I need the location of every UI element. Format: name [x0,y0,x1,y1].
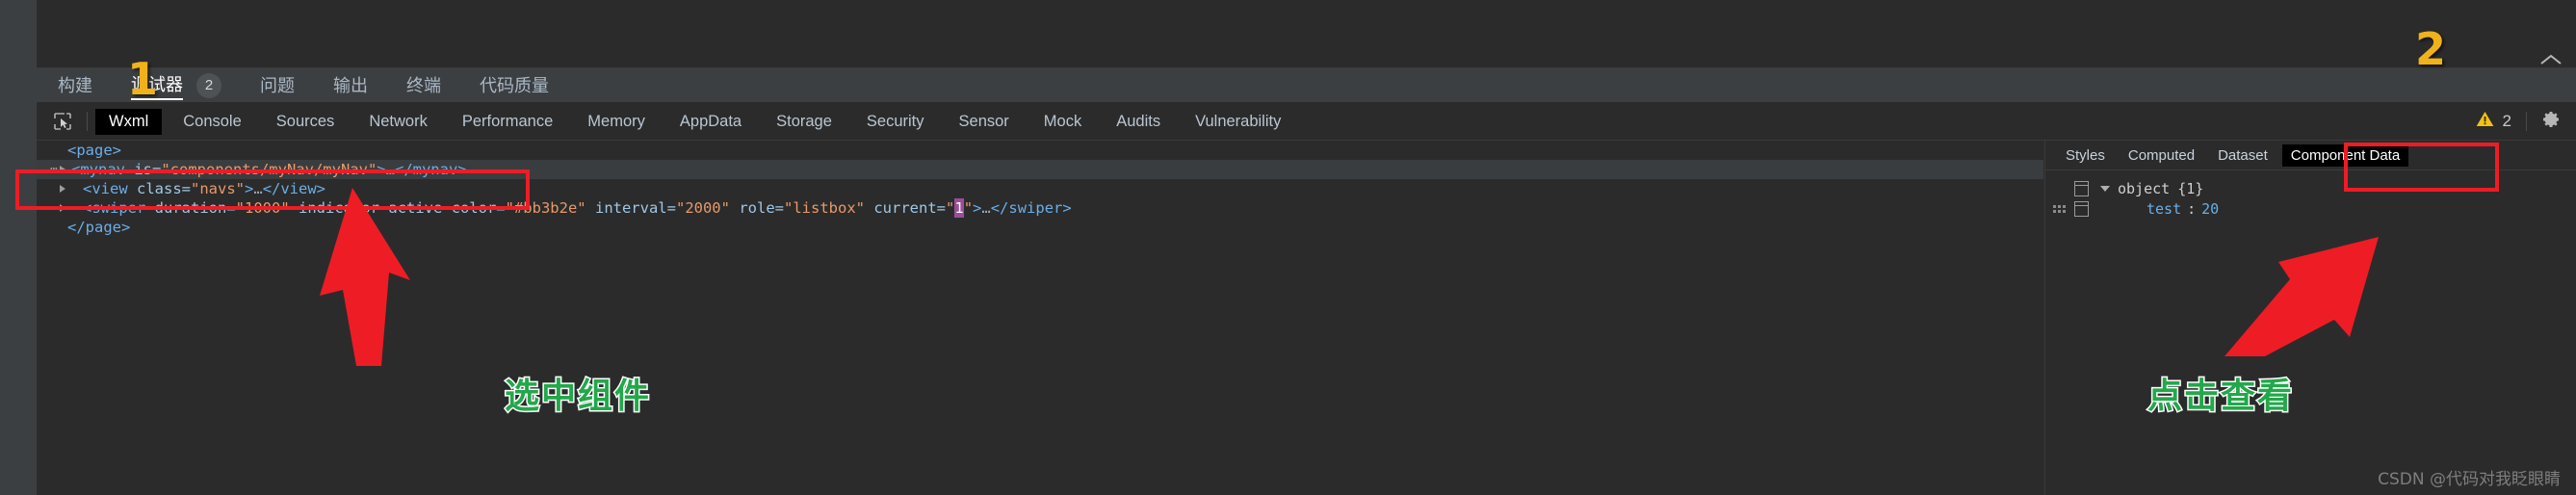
mynav-attr-is-value: "components/myNav/myNav" [161,161,377,178]
object-count: {1} [2177,179,2204,197]
tab-appdata[interactable]: AppData [666,109,755,135]
status-area: 2 [2476,110,2576,134]
warning-triangle-icon[interactable] [2476,111,2494,132]
property-value[interactable]: 20 [2201,200,2219,218]
outer-tab-debugger-badge: 2 [196,72,221,98]
swiper-attr-duration-value: "1000" [235,199,290,217]
view-ellipsis[interactable]: … [253,179,262,198]
chevron-up-icon[interactable] [2539,50,2563,72]
tab-console[interactable]: Console [169,109,255,135]
left-rail [0,0,38,495]
tab-memory[interactable]: Memory [574,109,659,135]
swiper-attr-role-value: "listbox" [784,199,865,217]
view-tag-open: <view [83,180,137,197]
mynav-tag-close: </mynav> [394,161,467,178]
tree-row-test[interactable]: test : 20 [2045,198,2576,219]
tab-mock[interactable]: Mock [1030,109,1095,135]
swiper-attr-duration: duration= [154,199,236,217]
swiper-attr-indicator-active-color-value: "#bb3b2e" [505,199,586,217]
tree-row-object[interactable]: object {1} [2045,178,2576,198]
tab-audits[interactable]: Audits [1103,109,1174,135]
outer-tab-code-quality[interactable]: 代码质量 [480,72,549,99]
inspector-side-panel: Styles Computed Dataset Component Data o… [2044,141,2576,495]
tab-vulnerability[interactable]: Vulnerability [1182,109,1294,135]
code-line-page-open: <page> [37,141,2043,160]
status-divider [2526,112,2527,131]
property-node-icon [2074,200,2089,217]
devtools-tab-bar: Wxml Console Sources Network Performance… [37,103,2576,141]
tab-storage[interactable]: Storage [763,109,846,135]
swiper-attr-interval-value: "2000" [675,199,730,217]
code-line-page-close: </page> [37,218,2043,237]
tab-dataset[interactable]: Dataset [2209,144,2277,167]
tab-styles[interactable]: Styles [2057,144,2114,167]
view-attr-class: class= [137,180,191,197]
object-node-icon [2074,180,2089,196]
mynav-ellipsis[interactable]: … [386,160,395,179]
swiper-attr-interval: interval= [594,199,676,217]
swiper-ellipsis[interactable]: … [981,198,990,218]
tab-computed[interactable]: Computed [2120,144,2203,167]
tab-sensor[interactable]: Sensor [946,109,1023,135]
view-tag-close: </view> [262,180,326,197]
view-gt: > [245,180,254,197]
component-data-tree: object {1} test : 20 [2045,170,2576,219]
wxml-tree-pane[interactable]: <page> ⋯ <mynav is= "components/myNav/myN… [37,141,2043,495]
code-line-mynav[interactable]: ⋯ <mynav is= "components/myNav/myNav" >… </… [37,160,2043,179]
outer-tab-bar: 构建 调试器 2 问题 输出 终端 代码质量 [37,68,2576,102]
warning-count: 2 [2502,112,2511,130]
view-attr-class-value: "navs" [191,180,245,197]
swiper-attr-indicator-active-color: indicator-active-color= [299,199,506,217]
caret-down-icon[interactable] [2100,185,2110,192]
outer-tab-build[interactable]: 构建 [58,72,92,99]
tab-performance[interactable]: Performance [449,109,566,135]
swiper-attr-role: role= [739,199,784,217]
tab-network[interactable]: Network [355,109,441,135]
more-dots-icon[interactable]: ⋯ [50,160,59,179]
devtools-window: 构建 调试器 2 问题 输出 终端 代码质量 Wxml Console Sour… [0,0,2576,495]
code-text: <page> [67,142,121,159]
swiper-attr-current: current= [873,199,946,217]
tab-security[interactable]: Security [853,109,938,135]
toolbar-divider [87,112,88,131]
top-empty-strip [37,0,2576,68]
expand-arrow-icon[interactable] [60,166,65,173]
gear-icon[interactable] [2541,110,2561,134]
mynav-attr-is: is= [134,161,162,178]
inspector-tab-bar: Styles Computed Dataset Component Data [2045,141,2576,170]
drag-grip-icon[interactable] [2053,204,2067,213]
outer-tab-debugger[interactable]: 调试器 [131,71,183,100]
tab-wxml[interactable]: Wxml [95,108,163,135]
outer-tab-problems[interactable]: 问题 [260,72,295,99]
property-key: test [2147,199,2182,218]
property-colon: : [2187,199,2197,218]
expand-arrow-icon[interactable] [60,204,77,212]
swiper-tag-close: </swiper> [990,199,1072,217]
code-text: </page> [67,219,131,236]
expand-arrow-icon[interactable] [60,185,77,193]
outer-tab-terminal[interactable]: 终端 [406,72,441,99]
mynav-tag-open: <mynav [71,161,135,178]
inspect-element-icon[interactable] [50,110,75,133]
swiper-tag-open: <swiper [83,199,155,217]
swiper-gt: > [973,199,982,217]
tab-component-data[interactable]: Component Data [2281,143,2409,167]
swiper-attr-current-quote-close: " [963,199,974,217]
swiper-attr-current-value[interactable]: 1 [954,198,964,218]
watermark: CSDN @代码对我眨眼睛 [2378,470,2561,489]
mynav-gt: > [377,161,386,178]
outer-tab-output[interactable]: 输出 [333,72,368,99]
swiper-attr-current-quote-open: " [946,199,955,217]
tab-sources[interactable]: Sources [263,109,349,135]
code-line-swiper[interactable]: <swiper duration= "1000" indicator-active… [37,198,2043,218]
code-line-view[interactable]: <view class= "navs" >… </view> [37,179,2043,198]
object-label: object [2118,179,2171,197]
